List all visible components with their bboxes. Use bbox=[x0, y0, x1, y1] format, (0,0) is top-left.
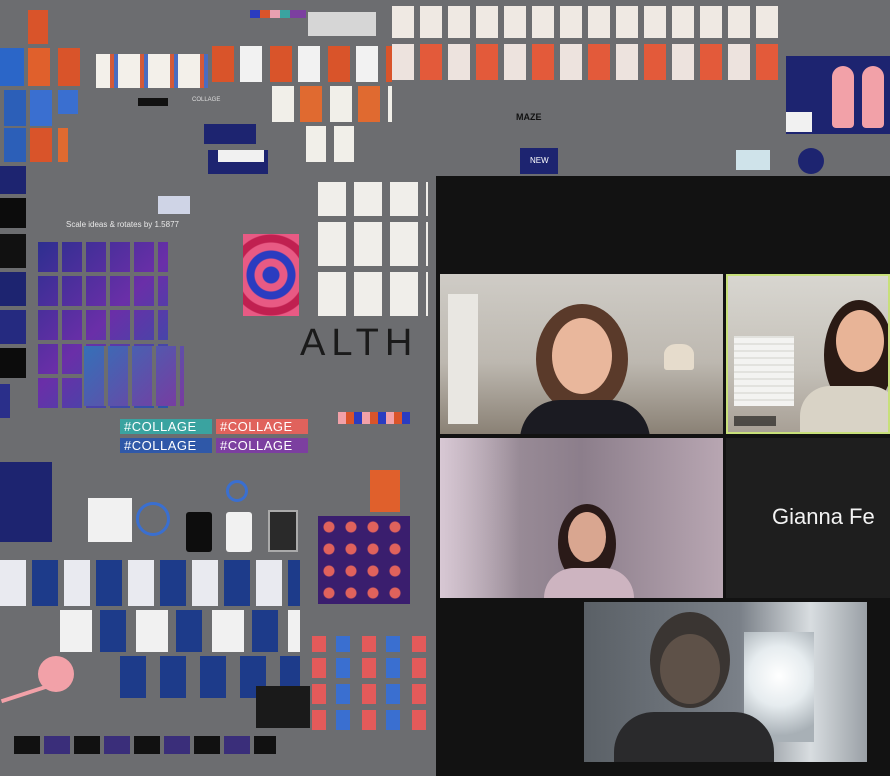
collage-chip-4[interactable]: #COLLAGE bbox=[216, 438, 308, 453]
artboard-small-card[interactable] bbox=[786, 112, 812, 132]
window-frame bbox=[448, 294, 478, 424]
participant-5-body bbox=[614, 712, 774, 762]
artboard-light-blue[interactable] bbox=[736, 150, 770, 170]
caption-collage: COLLAGE bbox=[192, 97, 221, 103]
caption-maze: MAZE bbox=[516, 112, 542, 122]
swirl-poster[interactable] bbox=[243, 234, 299, 316]
artboard-dot[interactable] bbox=[798, 148, 824, 174]
artboard-phone-2[interactable] bbox=[226, 512, 252, 552]
pink-hand-line bbox=[0, 680, 60, 704]
canvas-note: Scale ideas & rotates by 1.5877 bbox=[66, 220, 179, 229]
artboard-white-card[interactable] bbox=[218, 150, 264, 162]
info-panel[interactable] bbox=[308, 12, 376, 36]
blue-tiles-row-1[interactable] bbox=[0, 560, 300, 606]
figure-icon bbox=[832, 66, 854, 128]
artboard-blue-4[interactable] bbox=[58, 90, 78, 114]
artboard-row-3[interactable] bbox=[306, 126, 360, 162]
artboard-orange-3[interactable] bbox=[58, 48, 80, 86]
artboard-blue-2[interactable] bbox=[4, 90, 26, 126]
artboard-grid-teal[interactable] bbox=[84, 346, 184, 406]
collage-chip-3[interactable]: #COLLAGE bbox=[120, 438, 212, 453]
badge-new: NEW bbox=[530, 156, 549, 165]
lamp bbox=[664, 344, 694, 370]
mixed-swatches[interactable] bbox=[312, 636, 436, 736]
artboard-row-2[interactable] bbox=[272, 86, 392, 122]
artboard-dark-strip[interactable] bbox=[138, 98, 168, 106]
artboard-orange-2[interactable] bbox=[28, 48, 50, 86]
figure-icon bbox=[862, 66, 884, 128]
artboard-navy-large[interactable] bbox=[0, 462, 52, 542]
participant-tile-3[interactable] bbox=[440, 438, 723, 598]
artboard-stripe-bar[interactable] bbox=[338, 412, 410, 424]
artboard-navy-1[interactable] bbox=[0, 166, 26, 194]
artboard-row-1[interactable] bbox=[212, 46, 392, 82]
circle-dot-small[interactable] bbox=[226, 480, 248, 502]
artboard-phone-3[interactable] bbox=[268, 510, 298, 552]
participant-4-name: Gianna Fe bbox=[772, 504, 875, 529]
dark-block[interactable] bbox=[256, 686, 310, 728]
circle-outline[interactable] bbox=[136, 502, 170, 536]
artboard-navy-3[interactable] bbox=[0, 310, 26, 344]
blur-glow bbox=[440, 438, 520, 598]
participant-2-name-tag bbox=[734, 416, 776, 426]
artboard-orange-1[interactable] bbox=[28, 10, 48, 44]
participant-tile-5[interactable] bbox=[584, 602, 867, 762]
artboard-black-1[interactable] bbox=[0, 198, 26, 228]
participant-5-face bbox=[660, 634, 720, 704]
participant-tile-4[interactable]: Gianna Fe bbox=[726, 438, 890, 598]
bottom-thumb-strip[interactable] bbox=[14, 736, 276, 754]
artboard-black-2[interactable] bbox=[0, 234, 26, 268]
participant-1-face bbox=[552, 318, 612, 394]
artboard-navy-wide[interactable] bbox=[204, 124, 256, 144]
participant-tile-2[interactable] bbox=[726, 274, 890, 434]
collage-chip-1[interactable]: #COLLAGE bbox=[120, 419, 212, 434]
big-wordmark: ALTH bbox=[300, 322, 419, 364]
artboard-orange-4[interactable] bbox=[30, 128, 52, 162]
participant-1-body bbox=[520, 400, 650, 434]
artboard-light-card[interactable] bbox=[158, 196, 190, 214]
blue-tiles-row-2[interactable] bbox=[60, 610, 300, 652]
participant-3-face bbox=[568, 512, 606, 562]
video-call-panel[interactable]: Gianna Fe bbox=[436, 176, 890, 776]
participant-3-body bbox=[544, 568, 634, 598]
artboard-navy-4[interactable] bbox=[0, 384, 10, 418]
artboard-pattern-purple[interactable] bbox=[318, 516, 410, 604]
artboard-black-3[interactable] bbox=[0, 348, 26, 378]
artboard-blue-5[interactable] bbox=[4, 128, 26, 162]
poster-grid-top[interactable] bbox=[392, 6, 782, 38]
design-canvas[interactable]: Scale ideas & rotates by 1.5877 ALTH COL… bbox=[0, 0, 890, 776]
collage-chip-2[interactable]: #COLLAGE bbox=[216, 419, 308, 434]
artboard-strip-top[interactable] bbox=[96, 54, 208, 88]
artboard-phone-1[interactable] bbox=[186, 512, 212, 552]
participant-tile-1[interactable] bbox=[440, 274, 723, 434]
artboard-navy-2[interactable] bbox=[0, 272, 26, 306]
window-blinds bbox=[734, 336, 794, 406]
palette-swatches[interactable] bbox=[250, 10, 306, 18]
artboard-orange-5[interactable] bbox=[58, 128, 68, 162]
participant-2-body bbox=[800, 386, 888, 432]
artboard-orange-card[interactable] bbox=[370, 470, 400, 512]
artboard-blue-1[interactable] bbox=[0, 48, 24, 86]
poster-grid-top-2[interactable] bbox=[392, 44, 782, 80]
poster-col-mid[interactable] bbox=[318, 182, 428, 322]
participant-2-face bbox=[836, 310, 884, 372]
artboard-blue-3[interactable] bbox=[30, 90, 52, 126]
artboard-white-circle-card[interactable] bbox=[88, 498, 132, 542]
